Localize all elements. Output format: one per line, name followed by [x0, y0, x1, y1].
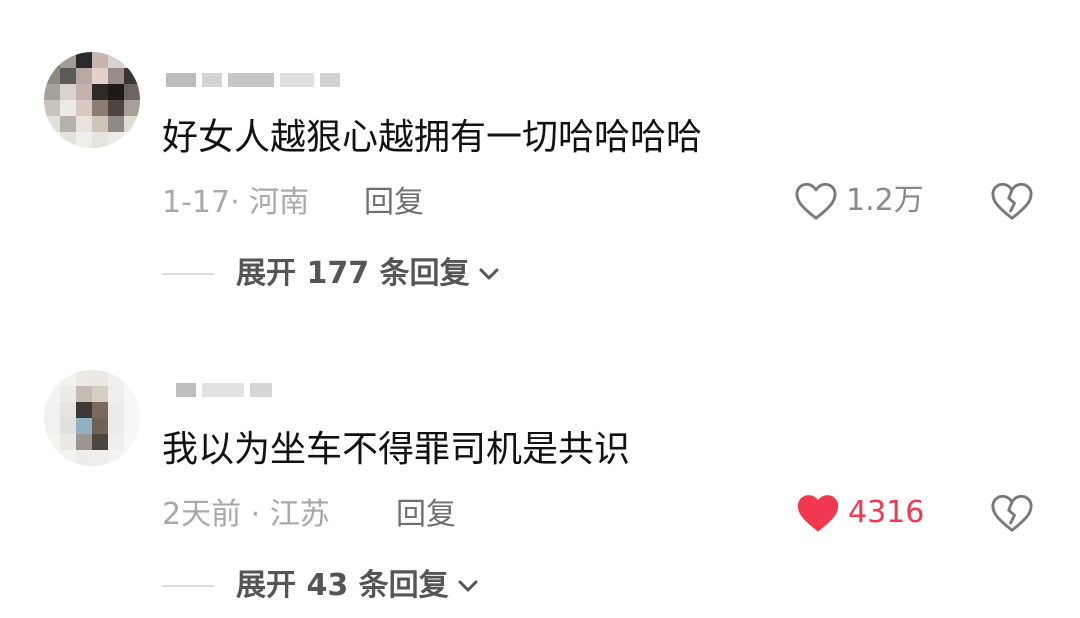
heart-outline-icon — [795, 182, 837, 220]
comment-item-2: 我以为坐车不得罪司机是共识 2天前 · 江苏 回复 4316 展开 43 条回复 — [0, 310, 1080, 618]
heart-filled-icon — [797, 495, 839, 532]
chevron-down-icon — [478, 266, 500, 282]
username-redacted[interactable] — [166, 70, 340, 90]
comment-time-location: 2天前 · 江苏 — [162, 497, 330, 532]
comment-item-1: 好女人越狠心越拥有一切哈哈哈哈 1-17· 河南 回复 1.2万 展开 177 … — [0, 0, 1080, 310]
avatar[interactable] — [44, 370, 140, 466]
dislike-button[interactable] — [990, 181, 1034, 225]
avatar[interactable] — [44, 52, 140, 148]
like-count: 1.2万 — [846, 183, 924, 218]
reply-button[interactable]: 回复 — [396, 495, 456, 535]
expand-replies-label: 展开 43 条回复 — [236, 568, 449, 603]
expand-divider — [162, 273, 214, 275]
username-redacted[interactable] — [176, 380, 272, 400]
like-button[interactable]: 1.2万 — [794, 181, 924, 221]
broken-heart-icon — [991, 182, 1033, 220]
dislike-button[interactable] — [990, 493, 1034, 537]
reply-button[interactable]: 回复 — [364, 183, 424, 223]
chevron-down-icon — [457, 578, 479, 594]
comment-text: 好女人越狠心越拥有一切哈哈哈哈 — [162, 117, 703, 158]
expand-replies-button[interactable]: 展开 43 条回复 — [162, 566, 479, 606]
broken-heart-icon — [991, 494, 1033, 532]
like-count: 4316 — [848, 495, 925, 530]
comment-time-location: 1-17· 河南 — [162, 185, 310, 220]
comment-text: 我以为坐车不得罪司机是共识 — [162, 429, 631, 470]
expand-divider — [162, 585, 214, 587]
like-button[interactable]: 4316 — [796, 493, 924, 533]
expand-replies-label: 展开 177 条回复 — [236, 256, 470, 291]
expand-replies-button[interactable]: 展开 177 条回复 — [162, 254, 500, 294]
